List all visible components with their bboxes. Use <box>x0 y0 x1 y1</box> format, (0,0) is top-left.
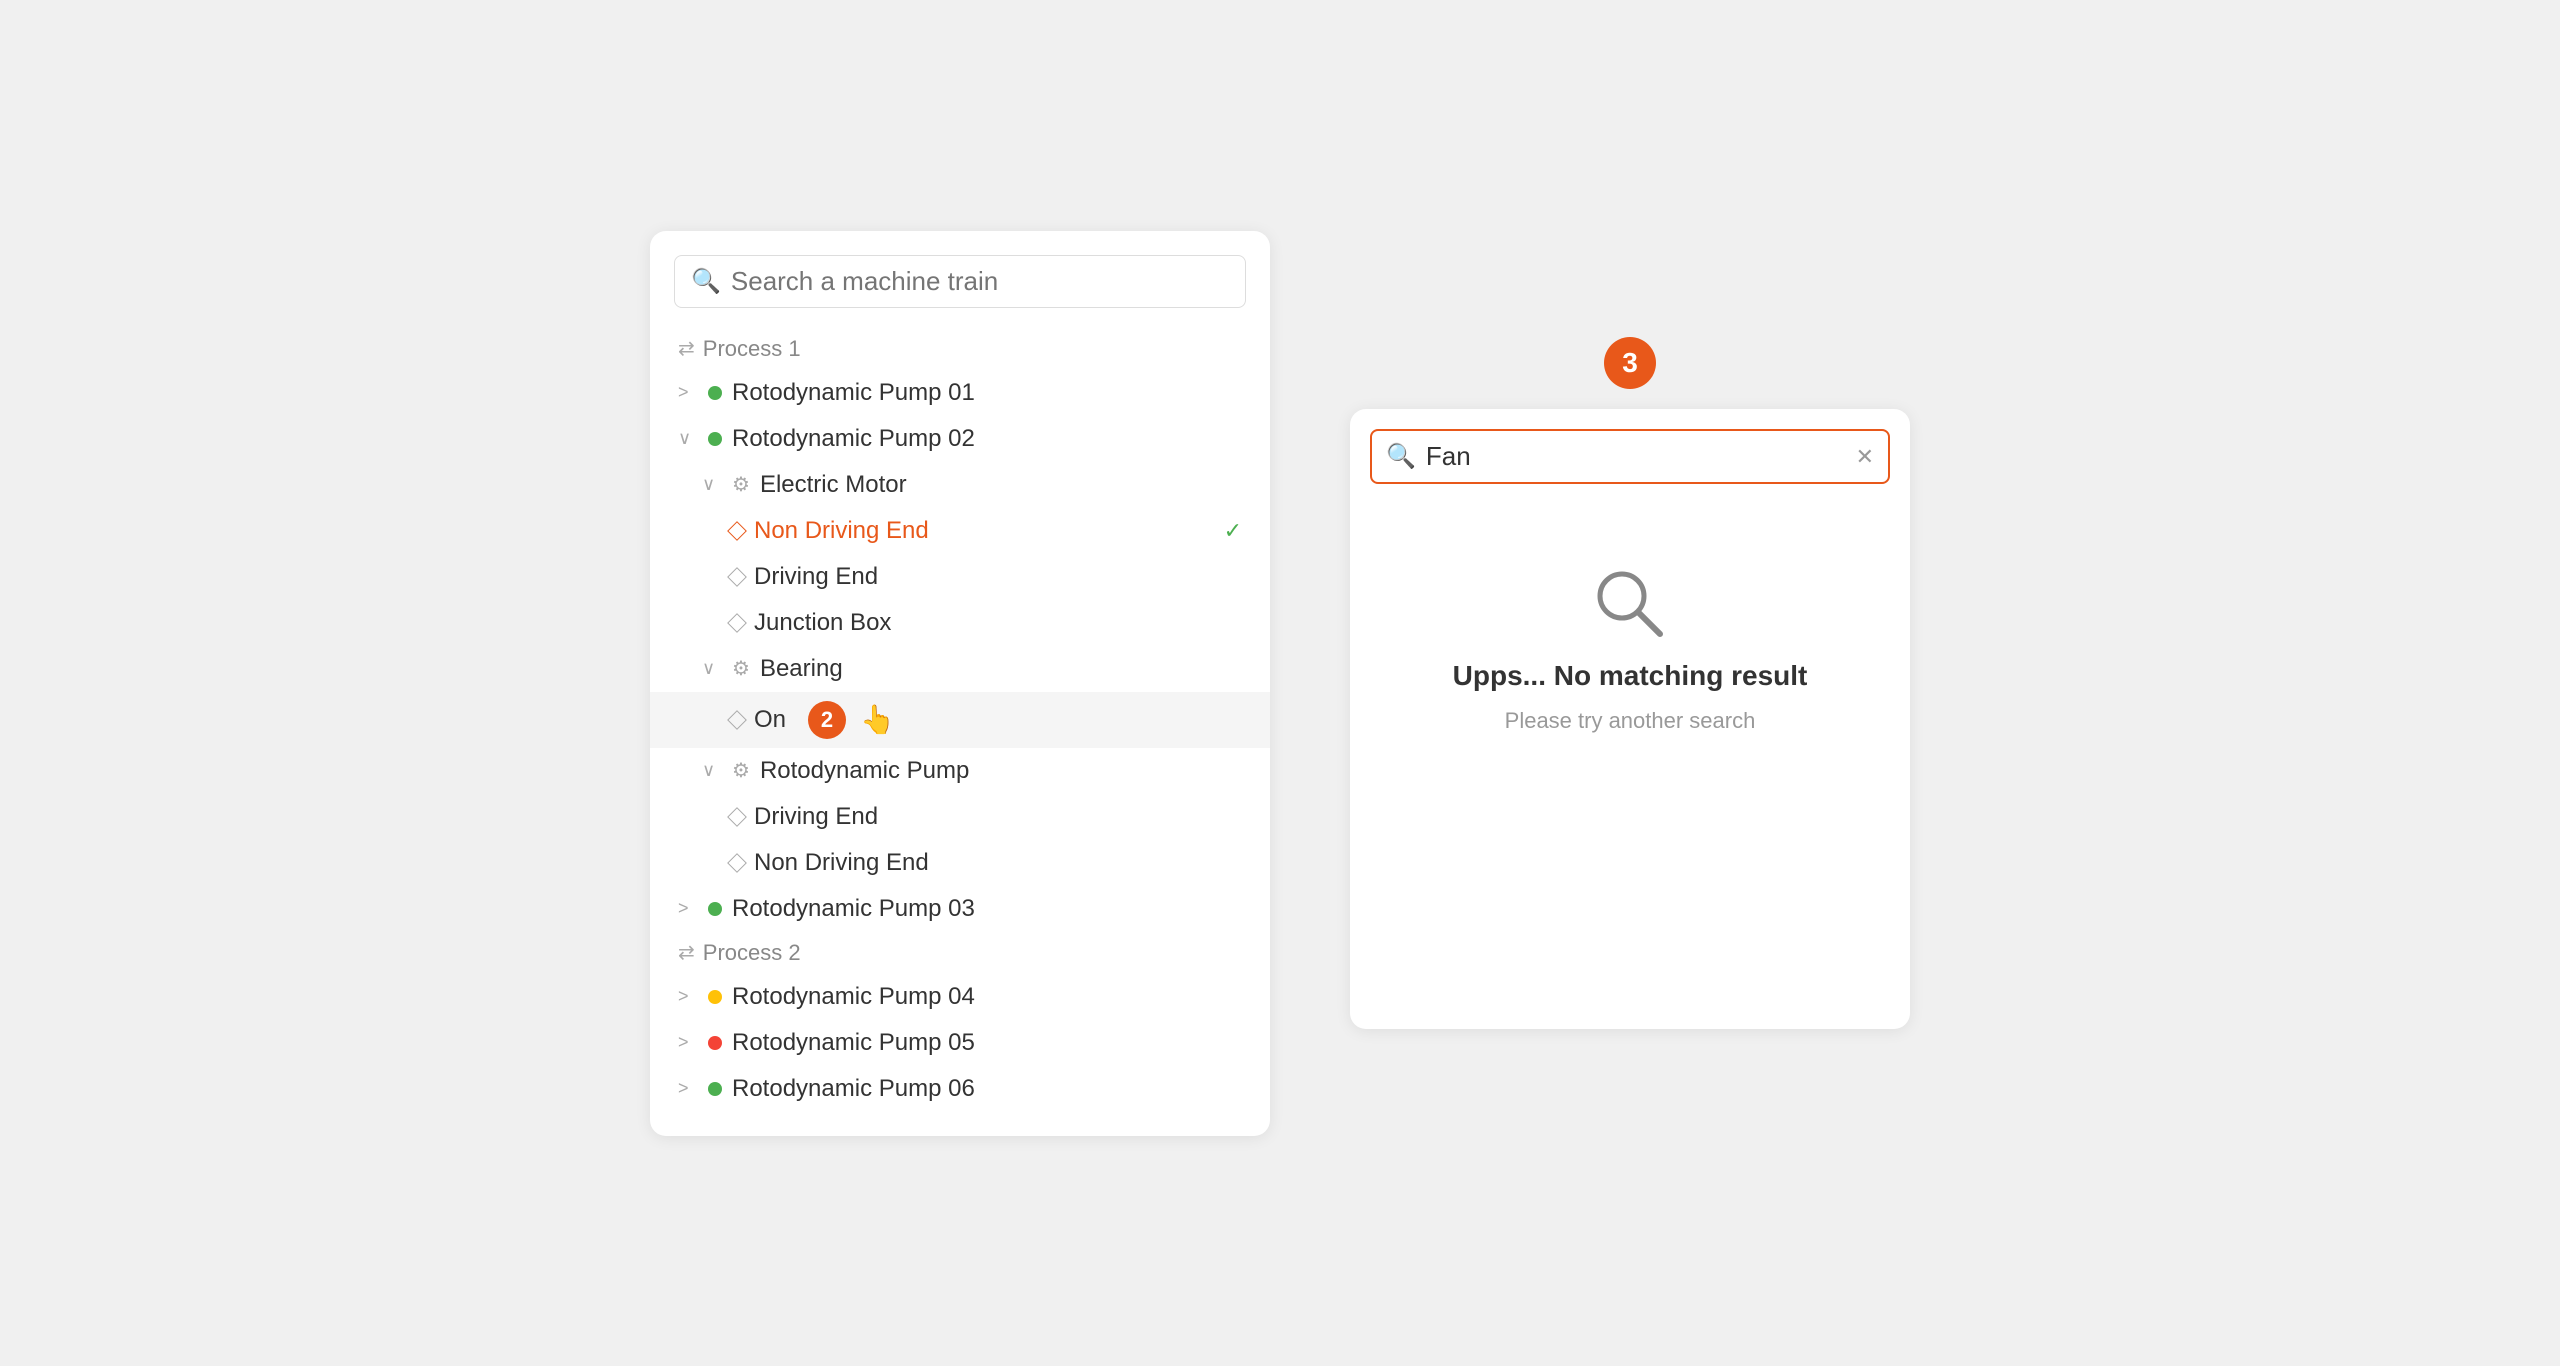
chevron-icon <box>678 1078 698 1099</box>
tree-item-pump01[interactable]: Rotodynamic Pump 01 <box>650 370 1270 416</box>
chevron-icon <box>678 428 698 449</box>
chevron-icon <box>678 898 698 919</box>
search-bar-container: 🔍 <box>650 255 1270 328</box>
diamond-icon <box>727 567 747 587</box>
machine-train-search-bar[interactable]: 🔍 <box>674 255 1246 308</box>
status-dot-green <box>708 432 722 446</box>
tree-item-pump03[interactable]: Rotodynamic Pump 03 <box>650 886 1270 932</box>
gear-icon: ⚙ <box>732 472 750 497</box>
diamond-icon <box>727 807 747 827</box>
tree-item-jb[interactable]: Junction Box <box>650 600 1270 646</box>
right-panel: 🔍 ✕ Upps... No matching result Please tr… <box>1350 409 1910 1029</box>
chevron-icon <box>702 760 722 781</box>
tree-item-pump05[interactable]: Rotodynamic Pump 05 <box>650 1020 1270 1066</box>
status-dot-green <box>708 386 722 400</box>
process-icon: ⇄ <box>678 940 695 965</box>
diamond-icon <box>727 521 747 541</box>
tree-item-rp-de[interactable]: Driving End <box>650 794 1270 840</box>
process-icon: ⇄ <box>678 336 695 361</box>
tree-item-bearing[interactable]: ⚙ Bearing <box>650 646 1270 692</box>
process1-label: ⇄ Process 1 <box>650 328 1270 370</box>
process2-label: ⇄ Process 2 <box>650 932 1270 974</box>
diamond-icon <box>727 853 747 873</box>
badge-2: 2 <box>808 701 846 739</box>
gear-icon: ⚙ <box>732 656 750 681</box>
right-panel-wrap: 3 🔍 ✕ Upps... No matching result Please … <box>1350 337 1910 1029</box>
status-dot-yellow <box>708 990 722 1004</box>
chevron-icon <box>678 382 698 403</box>
tree-item-pump04[interactable]: Rotodynamic Pump 04 <box>650 974 1270 1020</box>
chevron-icon <box>702 658 722 679</box>
search-icon: 🔍 <box>691 267 721 296</box>
search-icon-right: 🔍 <box>1386 442 1416 471</box>
clear-icon[interactable]: ✕ <box>1856 444 1874 470</box>
cursor-pointer: 👆 <box>860 703 895 736</box>
machine-tree: ⇄ Process 1 Rotodynamic Pump 01 Rotodyna… <box>650 328 1270 1112</box>
machine-train-search-input[interactable] <box>731 266 1229 297</box>
tree-item-pump02[interactable]: Rotodynamic Pump 02 <box>650 416 1270 462</box>
no-result-subtitle: Please try another search <box>1505 708 1756 734</box>
gear-icon: ⚙ <box>732 758 750 783</box>
left-panel: 🔍 ⇄ Process 1 Rotodynamic Pump 01 Rotody… <box>650 231 1270 1136</box>
tree-item-on[interactable]: On 2 👆 <box>650 692 1270 748</box>
tree-item-motor[interactable]: ⚙ Electric Motor <box>650 462 1270 508</box>
status-dot-green <box>708 902 722 916</box>
diamond-icon <box>727 613 747 633</box>
no-result-title: Upps... No matching result <box>1453 660 1808 692</box>
tree-item-nde[interactable]: Non Driving End ✓ <box>650 508 1270 554</box>
magnifier-icon <box>1590 564 1670 644</box>
chevron-icon <box>678 986 698 1007</box>
chevron-icon <box>702 474 722 495</box>
search-machine-train-input[interactable] <box>1426 441 1846 472</box>
check-icon: ✓ <box>1224 518 1242 544</box>
tree-item-roto-sub[interactable]: ⚙ Rotodynamic Pump <box>650 748 1270 794</box>
chevron-icon <box>678 1032 698 1053</box>
no-result-area: Upps... No matching result Please try an… <box>1350 484 1910 794</box>
tree-item-rp-nde[interactable]: Non Driving End <box>650 840 1270 886</box>
diamond-icon <box>727 710 747 730</box>
tree-item-de[interactable]: Driving End <box>650 554 1270 600</box>
badge-3: 3 <box>1604 337 1656 389</box>
tree-item-pump06[interactable]: Rotodynamic Pump 06 <box>650 1066 1270 1112</box>
status-dot-red <box>708 1036 722 1050</box>
search-machine-train-box[interactable]: 🔍 ✕ <box>1370 429 1890 484</box>
status-dot-green <box>708 1082 722 1096</box>
